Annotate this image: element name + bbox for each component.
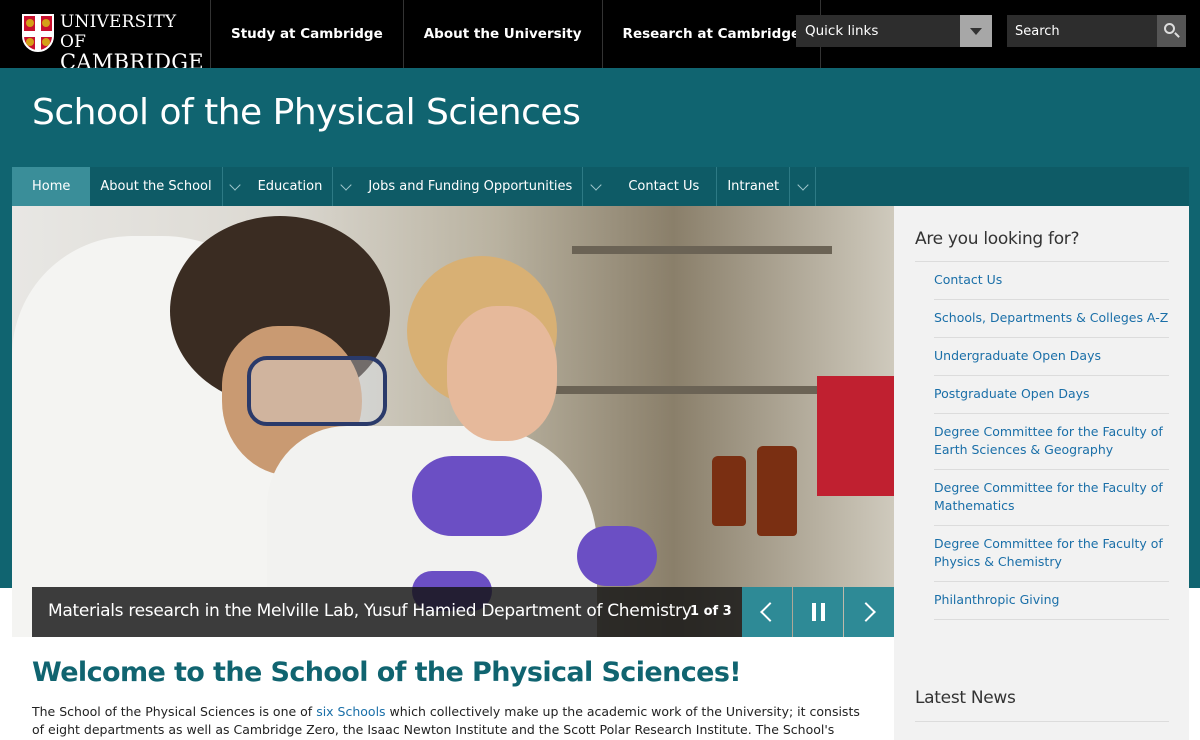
lab-shelf [552,386,832,394]
chevron-down-icon[interactable] [332,167,358,206]
nav-about-label: About the School [100,179,212,194]
logo-line-1: UNIVERSITY OF [60,12,177,52]
chevron-down-icon[interactable] [221,167,248,206]
sidebar-link-degree-committee-mathematics[interactable]: Degree Committee for the Faculty of Math… [934,470,1169,526]
search-box [1007,15,1186,47]
slide-counter: 1 of 3 [690,604,732,619]
nav-divider [815,167,817,206]
global-nav-research[interactable]: Research at Cambridge [601,0,822,68]
chevron-down-icon[interactable] [789,167,815,206]
nav-home-label: Home [32,179,71,194]
divider [915,721,1169,722]
search-input[interactable] [1007,15,1157,47]
nav-education-label: Education [257,179,323,194]
coat-of-arms-icon [22,14,54,52]
quick-link-list: Contact Us Schools, Departments & Colleg… [934,262,1169,620]
next-slide-button[interactable] [844,587,894,637]
dropdown-arrow-icon[interactable] [960,15,992,47]
nav-intranet[interactable]: Intranet [717,167,815,206]
purple-glove [577,526,657,586]
caption-text: Materials research in the Melville Lab, … [48,601,692,621]
global-nav-about[interactable]: About the University [402,0,602,68]
researcher-face [447,306,557,441]
university-logo[interactable]: UNIVERSITY OF CAMBRIDGE [22,12,204,73]
sidebar: Are you looking for? Contact Us Schools,… [894,206,1189,740]
pause-slideshow-button[interactable] [793,587,843,637]
sidebar-link-degree-committee-physics-chemistry[interactable]: Degree Committee for the Faculty of Phys… [934,526,1169,582]
sidebar-link-contact-us[interactable]: Contact Us [934,262,1169,300]
nav-intranet-label: Intranet [727,179,780,194]
lab-bottle [712,456,746,526]
lab-bottle [757,446,797,536]
chevron-down-icon[interactable] [582,167,608,206]
nav-home[interactable]: Home [12,167,91,206]
latest-news-heading: Latest News [915,688,1016,708]
sidebar-link-schools-az[interactable]: Schools, Departments & Colleges A-Z [934,300,1169,338]
sidebar-link-postgraduate-open-days[interactable]: Postgraduate Open Days [934,376,1169,414]
nav-contact-label: Contact Us [628,179,700,194]
intro-text: The School of the Physical Sciences is o… [32,704,317,719]
global-nav-study[interactable]: Study at Cambridge [210,0,403,68]
quick-links-label: Quick links [805,23,879,39]
nav-jobs-label: Jobs and Funding Opportunities [368,179,573,194]
safety-goggles [247,356,387,426]
pause-icon [811,603,825,621]
lab-container [817,376,894,496]
nav-about-the-school[interactable]: About the School [90,167,247,206]
search-button[interactable] [1157,15,1186,47]
carousel-caption: Materials research in the Melville Lab, … [32,587,742,637]
sidebar-link-undergraduate-open-days[interactable]: Undergraduate Open Days [934,338,1169,376]
site-title[interactable]: School of the Physical Sciences [32,92,581,133]
six-schools-link[interactable]: six Schools [316,704,385,719]
logo-wordmark: UNIVERSITY OF CAMBRIDGE [60,12,204,73]
purple-glove [412,456,542,536]
chevron-right-icon [856,602,876,622]
nav-jobs-funding[interactable]: Jobs and Funding Opportunities [358,167,608,206]
chevron-left-icon [760,602,780,622]
intro-paragraph: The School of the Physical Sciences is o… [32,703,862,739]
welcome-heading: Welcome to the School of the Physical Sc… [32,657,742,688]
sidebar-link-degree-committee-earth-sciences[interactable]: Degree Committee for the Faculty of Eart… [934,414,1169,470]
main-nav: Home About the School Education Jobs and… [12,167,1189,206]
previous-slide-button[interactable] [742,587,792,637]
nav-contact-us[interactable]: Contact Us [608,167,716,206]
sidebar-link-philanthropic-giving[interactable]: Philanthropic Giving [934,582,1169,620]
top-bar: UNIVERSITY OF CAMBRIDGE Study at Cambrid… [0,0,1200,73]
global-nav: Study at Cambridge About the University … [210,0,822,68]
quick-links-dropdown[interactable]: Quick links [796,15,992,47]
sidebar-heading: Are you looking for? [915,229,1080,249]
lab-shelf [572,246,832,254]
nav-education[interactable]: Education [248,167,359,206]
hero-carousel: Materials research in the Melville Lab, … [12,206,894,637]
